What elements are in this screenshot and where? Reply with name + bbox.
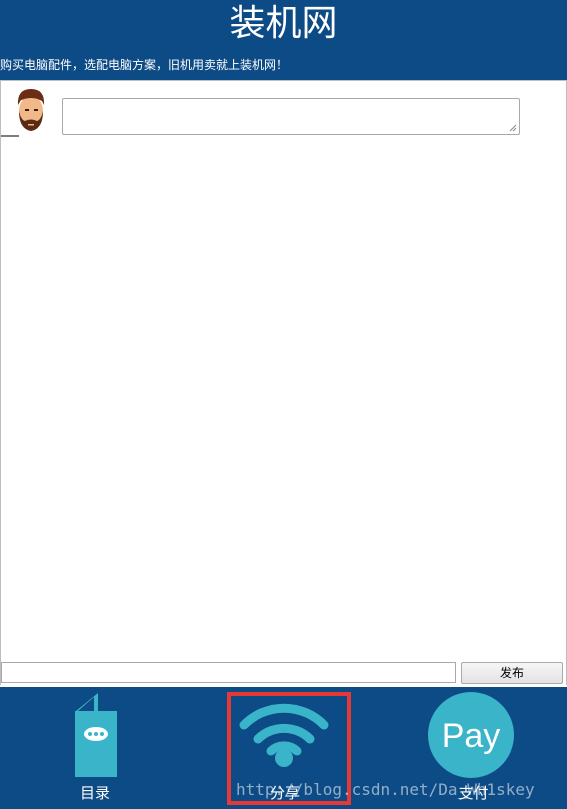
resize-grip-icon[interactable]	[509, 124, 517, 132]
nav-label-catalog: 目录	[79, 784, 110, 802]
nav-item-catalog[interactable]: 目录	[0, 687, 190, 809]
watermark-text: http://blog.csdn.net/Da_Wh1skey	[236, 780, 535, 799]
app-header: 装机网 购买电脑配件，选配电脑方案，旧机用卖就上装机网！	[0, 0, 567, 80]
post-button[interactable]: 发布	[461, 662, 563, 684]
svg-text:Pay: Pay	[442, 717, 501, 755]
pay-icon: Pay	[428, 692, 514, 778]
avatar-divider	[1, 135, 19, 137]
message-list-area	[0, 143, 567, 685]
page-title: 装机网	[229, 3, 338, 44]
avatar	[17, 89, 45, 131]
comment-compose-row	[0, 80, 567, 144]
comment-textarea[interactable]	[62, 98, 520, 135]
slogan-text: 购买电脑配件，选配电脑方案，旧机用卖就上装机网！	[0, 58, 289, 72]
menu-booklet-icon	[75, 693, 117, 777]
post-input[interactable]	[1, 662, 456, 683]
